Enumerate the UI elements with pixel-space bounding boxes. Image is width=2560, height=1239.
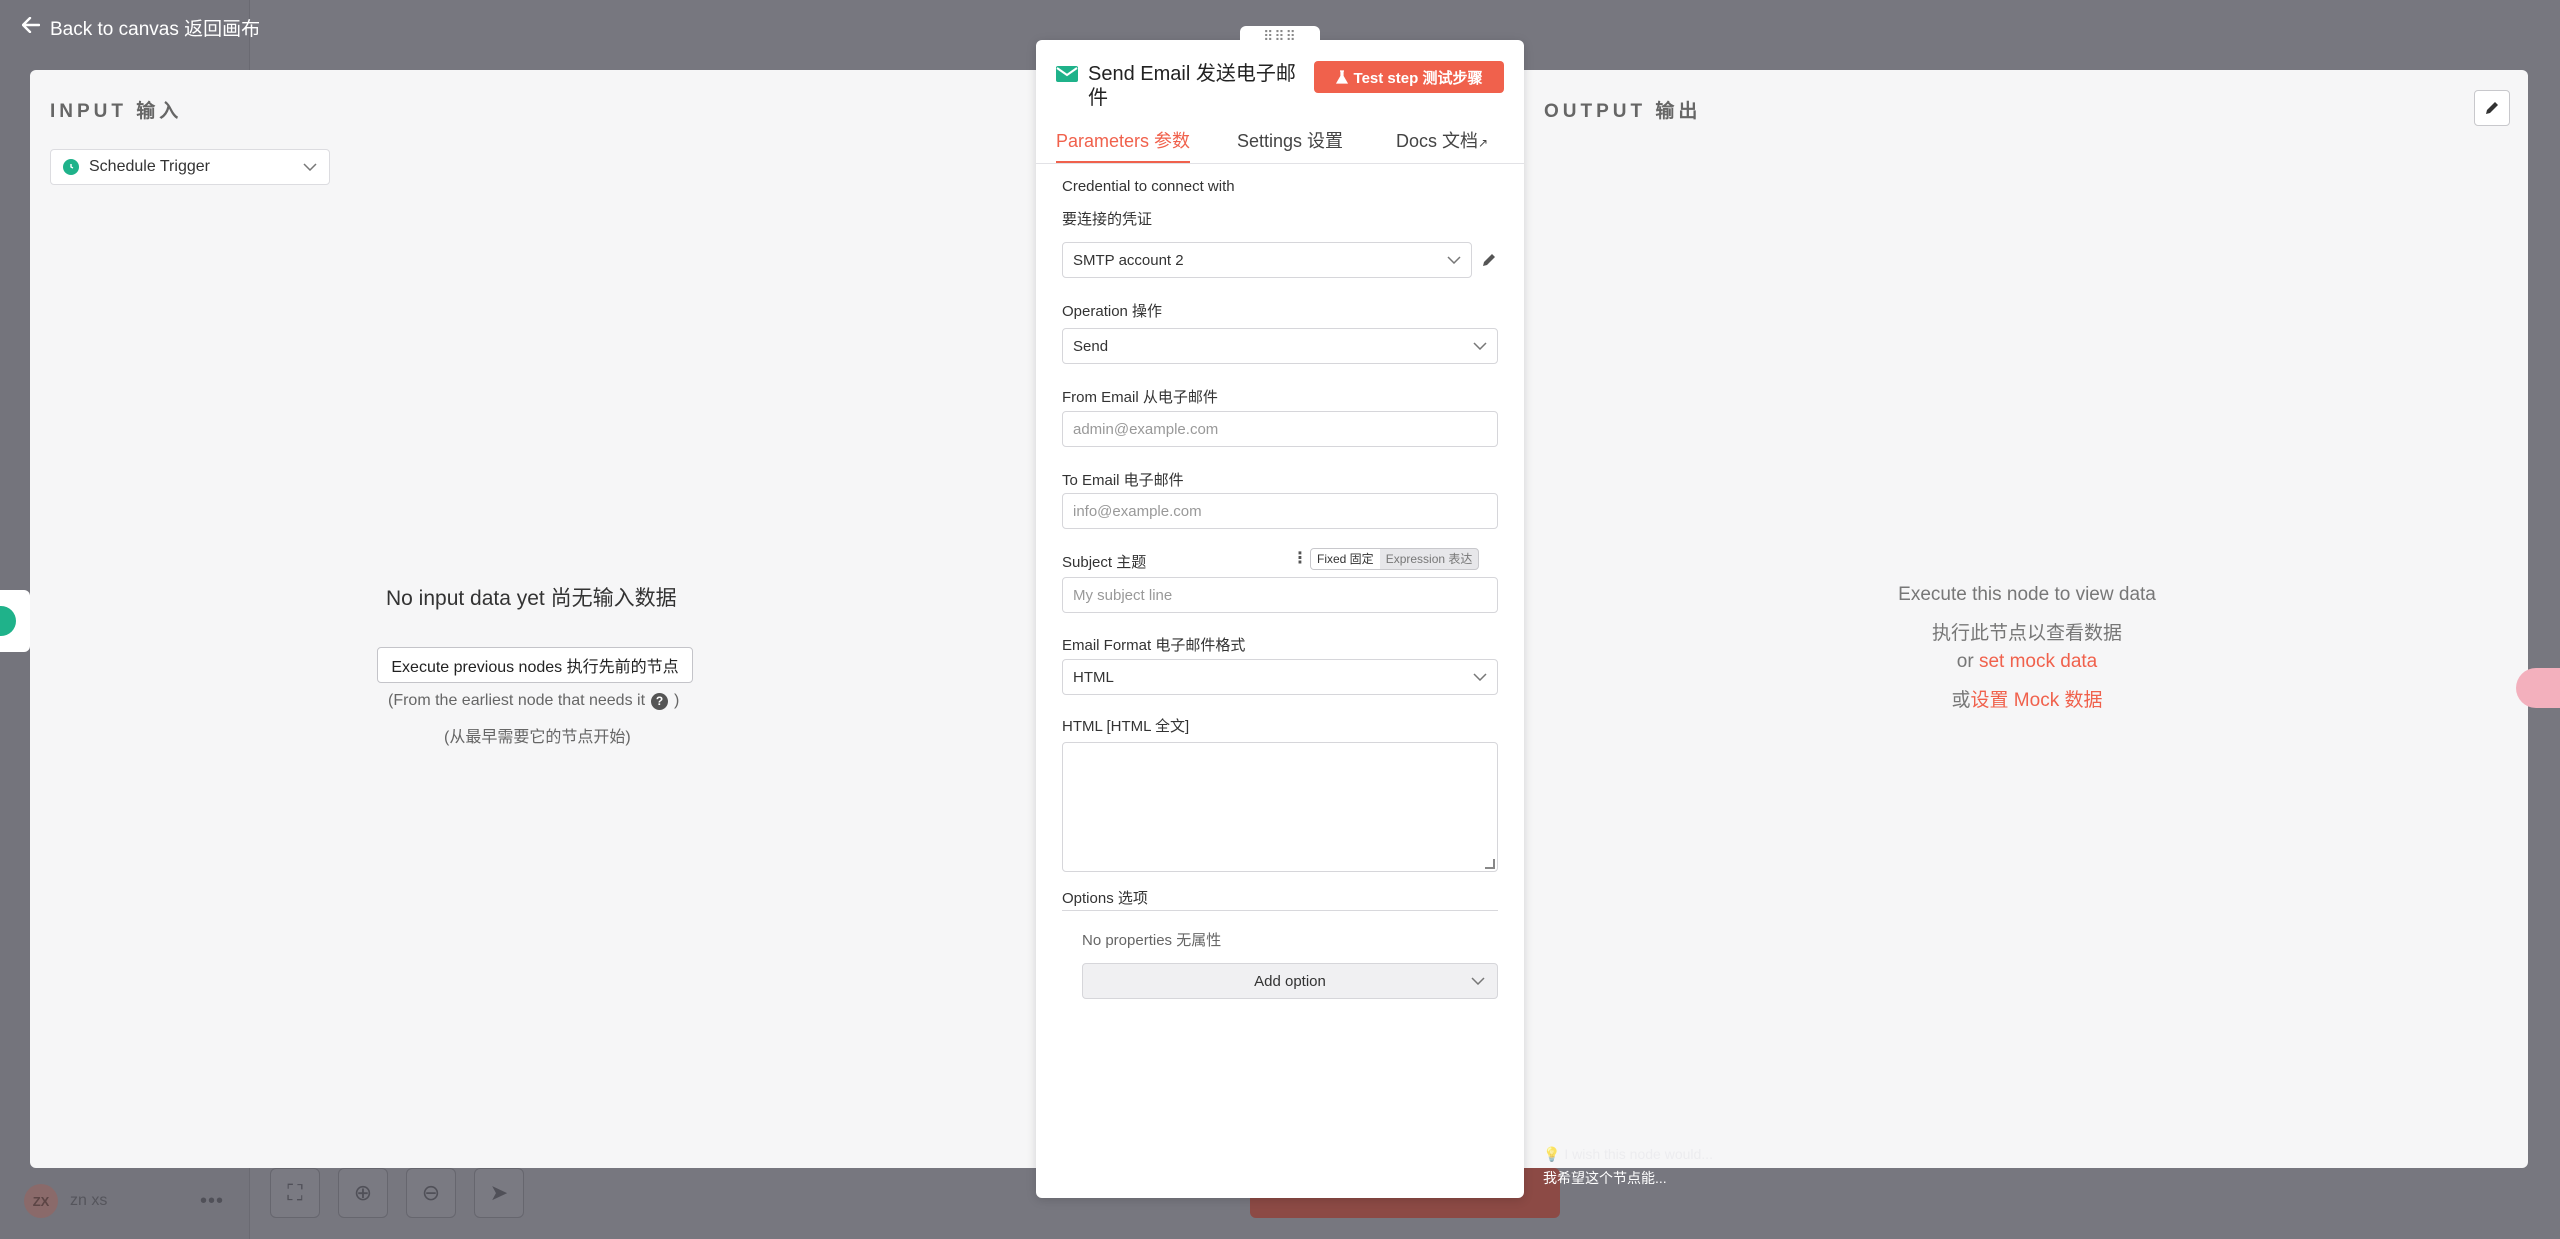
clock-icon <box>63 159 79 175</box>
test-step-label: Test step 测试步骤 <box>1353 69 1483 87</box>
zoom-in-icon: ⊕ <box>338 1168 388 1218</box>
mock-prefix-zh: 或 <box>1951 690 1971 711</box>
wish-text-en: I wish this node would... <box>1564 1146 1713 1162</box>
user-menu: ZX zn xs <box>24 1184 107 1218</box>
output-empty-line2: 执行此节点以查看数据 <box>1931 623 2122 644</box>
no-properties-text: No properties 无属性 <box>1082 932 1222 949</box>
input-pane-title: INPUT 输入 <box>50 101 183 122</box>
tab-settings[interactable]: Settings 设置 <box>1237 126 1343 163</box>
html-textarea[interactable] <box>1062 742 1498 872</box>
output-mock-line-en: or set mock data <box>1777 651 2277 673</box>
chevron-down-icon <box>303 160 317 174</box>
credential-select[interactable]: SMTP account 2 <box>1062 242 1472 278</box>
node-parameters-panel: Send Email 发送电子邮件 Test step 测试步骤 Paramet… <box>1036 40 1524 1198</box>
tab-parameters[interactable]: Parameters 参数 <box>1056 126 1191 163</box>
output-mock-line-zh: 或设置 Mock 数据 <box>1777 685 2277 712</box>
node-header: Send Email 发送电子邮件 <box>1056 62 1296 110</box>
credential-value: SMTP account 2 <box>1073 251 1184 269</box>
chevron-down-icon <box>1447 253 1461 267</box>
toggle-expression[interactable]: Expression 表达 <box>1380 549 1479 569</box>
chevron-down-icon <box>1471 974 1485 988</box>
from-email-label: From Email 从电子邮件 <box>1062 389 1218 406</box>
more-icon: ••• <box>200 1190 225 1212</box>
avatar: ZX <box>24 1184 58 1218</box>
user-name: zn xs <box>70 1192 108 1209</box>
input-node-select-value: Schedule Trigger <box>89 158 210 175</box>
input-node-select[interactable]: Schedule Trigger <box>50 149 330 185</box>
no-input-text: No input data yet 尚无输入数据 <box>386 587 677 610</box>
node-title[interactable]: Send Email 发送电子邮件 <box>1088 62 1296 110</box>
credential-label-zh: 要连接的凭证 <box>1062 211 1153 228</box>
execute-hint-close: ) <box>674 692 680 709</box>
to-email-input[interactable]: info@example.com <box>1062 493 1498 529</box>
operation-select[interactable]: Send <box>1062 328 1498 364</box>
execute-previous-nodes-button[interactable]: Execute previous nodes 执行先前的节点 <box>377 647 693 683</box>
assistant-float-icon[interactable] <box>2516 668 2560 708</box>
chevron-down-icon <box>1473 339 1487 353</box>
flask-icon <box>1335 70 1348 84</box>
set-mock-data-link[interactable]: set mock data <box>1979 651 2097 672</box>
add-option-button[interactable]: Add option <box>1082 963 1498 999</box>
external-link-icon: ↗ <box>1478 136 1489 150</box>
subject-input[interactable]: My subject line <box>1062 577 1498 613</box>
side-chat-bubble[interactable] <box>0 590 30 652</box>
html-label: HTML [HTML 全文] <box>1062 718 1190 735</box>
add-option-label: Add option <box>1254 972 1326 990</box>
output-pane-title: OUTPUT 输出 <box>1544 101 1702 122</box>
operation-value: Send <box>1073 337 1109 355</box>
mail-icon <box>1056 66 1078 82</box>
chevron-down-icon <box>1473 670 1487 684</box>
pencil-icon <box>2486 102 2498 114</box>
tidy-icon: ➤ <box>474 1168 524 1218</box>
to-email-label: To Email 电子邮件 <box>1062 472 1184 489</box>
wish-line-en: 💡 I wish this node would... <box>1543 1146 1713 1162</box>
wish-line-zh: 我希望这个节点能... <box>1543 1170 1667 1186</box>
feedback-wish[interactable]: 💡 I wish this node would... 我希望这个节点能... <box>1543 1142 1713 1190</box>
fixed-expression-toggle[interactable]: Fixed 固定 Expression 表达 <box>1310 548 1480 570</box>
execute-hint-zh: (从最早需要它的节点开始) <box>444 729 631 746</box>
drag-handle-icon[interactable]: ⠿⠿⠿ <box>1240 26 1320 46</box>
mock-prefix-en: or <box>1956 651 1979 672</box>
credential-label: Credential to connect with <box>1062 178 1235 195</box>
execute-hint-en: (From the earliest node that needs it ? … <box>388 692 679 710</box>
execute-hint-text: (From the earliest node that needs it <box>388 692 646 709</box>
question-icon[interactable]: ? <box>651 692 669 710</box>
email-format-label: Email Format 电子邮件格式 <box>1062 637 1246 654</box>
output-empty-line1: Execute this node to view data <box>1898 584 2156 605</box>
zoom-out-icon: ⊖ <box>406 1168 456 1218</box>
subject-label: Subject 主题 <box>1062 554 1147 571</box>
email-format-value: HTML <box>1073 668 1114 686</box>
back-to-canvas-label: Back to canvas 返回画布 <box>50 19 261 40</box>
subject-options-icon[interactable]: ⋮ <box>1292 548 1308 568</box>
node-tabs: Parameters 参数 Settings 设置 Docs 文档↗ <box>1036 126 1524 164</box>
edit-output-button[interactable] <box>2474 90 2510 126</box>
from-email-input[interactable]: admin@example.com <box>1062 411 1498 447</box>
email-format-select[interactable]: HTML <box>1062 659 1498 695</box>
resize-grip-icon[interactable] <box>1485 859 1495 869</box>
tab-docs-label: Docs 文档 <box>1396 131 1479 151</box>
arrow-left-icon <box>21 16 41 39</box>
set-mock-data-link-zh[interactable]: 设置 Mock 数据 <box>1971 690 2103 711</box>
test-step-button[interactable]: Test step 测试步骤 <box>1314 61 1504 93</box>
toggle-fixed[interactable]: Fixed 固定 <box>1311 549 1380 569</box>
options-label: Options 选项 <box>1062 890 1148 907</box>
options-divider <box>1062 910 1498 911</box>
operation-label: Operation 操作 <box>1062 303 1163 320</box>
fit-view-icon: ⛶ <box>270 1168 320 1218</box>
back-to-canvas-link[interactable]: Back to canvas 返回画布 <box>21 14 261 41</box>
chat-icon <box>0 606 16 636</box>
tab-docs[interactable]: Docs 文档↗ <box>1396 126 1488 163</box>
edit-credential-icon[interactable] <box>1478 249 1500 271</box>
